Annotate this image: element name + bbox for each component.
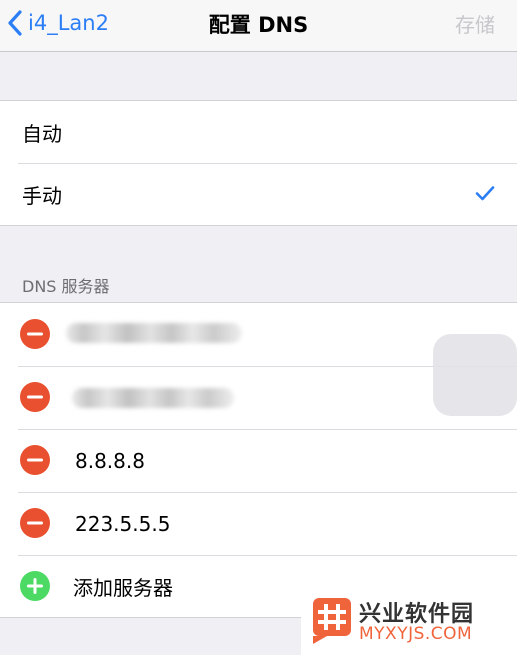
- dns-server-address: 8.8.8.8: [75, 448, 145, 473]
- delete-minus-icon[interactable]: [20, 445, 50, 475]
- back-button[interactable]: i4_Lan2: [8, 8, 109, 38]
- blurred-address: [66, 323, 242, 343]
- blurred-address: [72, 388, 234, 408]
- dns-server-row[interactable]: 223.5.5.5: [0, 492, 517, 555]
- delete-minus-icon[interactable]: [20, 319, 50, 349]
- dns-server-row[interactable]: 8.8.8.8: [0, 429, 517, 492]
- save-button[interactable]: 存储: [455, 9, 495, 38]
- back-label: i4_Lan2: [28, 11, 109, 35]
- option-manual[interactable]: 手动: [0, 163, 517, 225]
- option-label: 手动: [22, 183, 62, 208]
- checkmark-icon: [475, 186, 495, 201]
- configure-dns-options: 自动 手动: [0, 100, 517, 226]
- delete-minus-icon[interactable]: [20, 382, 50, 412]
- watermark: 兴业软件园 MYXYJS.COM: [301, 590, 517, 655]
- option-label: 自动: [22, 121, 62, 146]
- add-server-label: 添加服务器: [73, 576, 173, 600]
- navigation-bar: i4_Lan2 配置 DNS 存储: [0, 0, 517, 52]
- delete-minus-icon[interactable]: [20, 508, 50, 538]
- watermark-subtitle: MYXYJS.COM: [359, 624, 473, 644]
- option-automatic[interactable]: 自动: [0, 101, 517, 163]
- dns-server-address: 223.5.5.5: [75, 511, 171, 536]
- add-plus-icon[interactable]: [20, 571, 50, 601]
- assistive-touch-button[interactable]: [433, 334, 517, 416]
- hash-logo-icon: [313, 598, 351, 644]
- chevron-left-icon: [8, 10, 22, 36]
- section-header-dns-servers: DNS 服务器: [22, 277, 110, 296]
